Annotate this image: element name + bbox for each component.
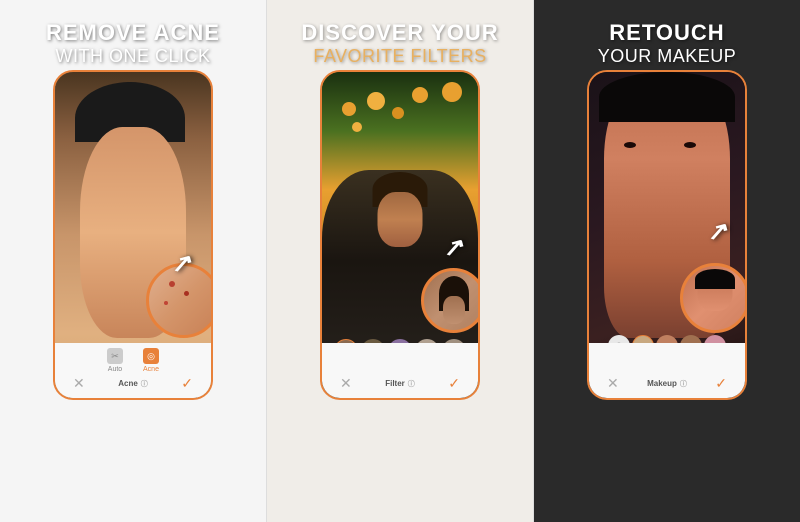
panel-1-line1: REMOVE ACNE xyxy=(15,20,251,46)
cancel-btn-3[interactable]: ✕ xyxy=(607,375,619,392)
bottom-label-1: Acne ⓘ xyxy=(118,379,148,389)
action-row-2: ✕ Filter ⓘ ✓ xyxy=(330,375,470,392)
phone-mockup-3: ↗ ⊘ None My Look xyxy=(587,70,747,410)
panel-1-line2: WITH ONE CLICK xyxy=(15,46,251,67)
bottom-label-3: Makeup ⓘ xyxy=(647,379,687,389)
cancel-btn-1[interactable]: ✕ xyxy=(73,375,85,392)
panel-3-line2: YOUR MAKEUP xyxy=(549,46,785,67)
confirm-btn-2[interactable]: ✓ xyxy=(448,375,460,392)
panel-filters: DISCOVER YOUR FAVORITE FILTERS xyxy=(267,0,533,522)
toolbar-acne[interactable]: ◎ Acne xyxy=(143,348,159,373)
confirm-btn-3[interactable]: ✓ xyxy=(715,375,727,392)
panel-3-title: RETOUCH YOUR MAKEUP xyxy=(534,20,800,67)
bottom-label-2: Filter ⓘ xyxy=(385,379,415,389)
phone-bottom-1: ✂ Auto ◎ Acne ✕ Acne ⓘ ✓ xyxy=(55,343,211,398)
auto-icon: ✂ xyxy=(107,348,123,364)
acne-icon: ◎ xyxy=(143,348,159,364)
toolbar-1: ✂ Auto ◎ Acne xyxy=(107,348,159,373)
panel-2-title: DISCOVER YOUR FAVORITE FILTERS xyxy=(267,20,533,67)
magnifier-2 xyxy=(421,268,478,333)
cancel-btn-2[interactable]: ✕ xyxy=(340,375,352,392)
action-row-3: ✕ Makeup ⓘ ✓ xyxy=(597,375,737,392)
panel-makeup: RETOUCH YOUR MAKEUP ↗ ⊘ Non xyxy=(534,0,800,522)
phone-mockup-2: ↗ Creative Element Celestial Pale Splend… xyxy=(320,70,480,410)
toolbar-auto[interactable]: ✂ Auto xyxy=(107,348,123,373)
action-row-1: ✕ Acne ⓘ ✓ xyxy=(63,375,203,392)
phone-frame-1: ↗ ✂ Auto ◎ Acne ✕ Acne xyxy=(53,70,213,400)
magnifier-3 xyxy=(680,263,745,333)
panel-1-title: REMOVE ACNE WITH ONE CLICK xyxy=(0,20,266,67)
panel-2-line2: FAVORITE FILTERS xyxy=(282,46,518,67)
phone-mockup-1: ↗ ✂ Auto ◎ Acne ✕ Acne xyxy=(53,70,213,410)
phone-frame-3: ↗ ⊘ None My Look xyxy=(587,70,747,400)
panel-remove-acne: REMOVE ACNE WITH ONE CLICK ↗ xyxy=(0,0,266,522)
panel-2-line1: DISCOVER YOUR xyxy=(282,20,518,46)
confirm-btn-1[interactable]: ✓ xyxy=(181,375,193,392)
phone-bottom-3: ✕ Makeup ⓘ ✓ xyxy=(589,343,745,398)
phone-frame-2: ↗ Creative Element Celestial Pale Splend… xyxy=(320,70,480,400)
panel-3-line1: RETOUCH xyxy=(549,20,785,46)
phone-bottom-2: ✕ Filter ⓘ ✓ xyxy=(322,343,478,398)
